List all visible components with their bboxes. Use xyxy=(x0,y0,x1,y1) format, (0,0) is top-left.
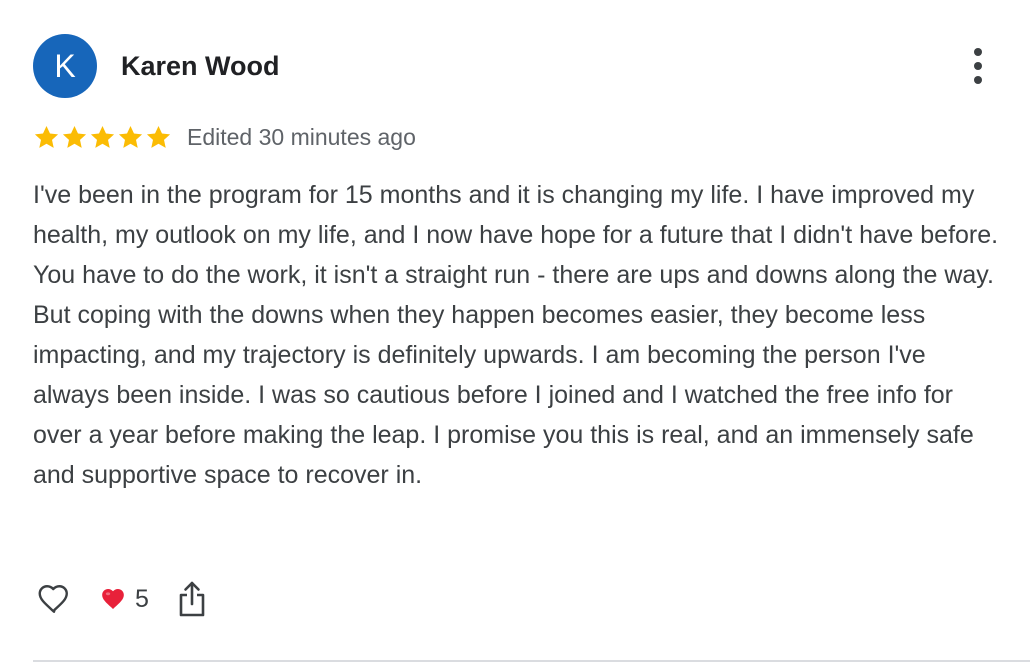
star-icon xyxy=(90,125,115,148)
star-rating xyxy=(33,124,172,151)
more-vertical-icon-dot xyxy=(974,76,982,84)
red-heart-emoji-icon xyxy=(102,589,124,609)
divider xyxy=(33,660,1030,662)
star-icon xyxy=(146,125,171,148)
star-icon xyxy=(118,125,143,148)
avatar[interactable]: K xyxy=(33,34,97,98)
like-button[interactable] xyxy=(33,578,75,620)
star-icon xyxy=(34,125,59,148)
rating-row: Edited 30 minutes ago xyxy=(33,119,416,155)
review-actions: 5 xyxy=(33,576,209,622)
review-timestamp: Edited 30 minutes ago xyxy=(187,124,416,150)
more-vertical-icon xyxy=(974,48,982,56)
heart-outline-icon xyxy=(38,585,68,613)
more-vertical-icon-dot xyxy=(974,62,982,70)
share-button[interactable] xyxy=(175,578,209,620)
star-icon xyxy=(62,125,87,148)
reaction-summary[interactable]: 5 xyxy=(99,585,149,614)
avatar-initial: K xyxy=(54,47,76,84)
reaction-count: 5 xyxy=(135,584,149,613)
more-options-button[interactable] xyxy=(958,44,998,88)
author-name[interactable]: Karen Wood xyxy=(121,47,280,85)
share-icon xyxy=(179,581,205,617)
review-body: I've been in the program for 15 months a… xyxy=(33,181,999,489)
